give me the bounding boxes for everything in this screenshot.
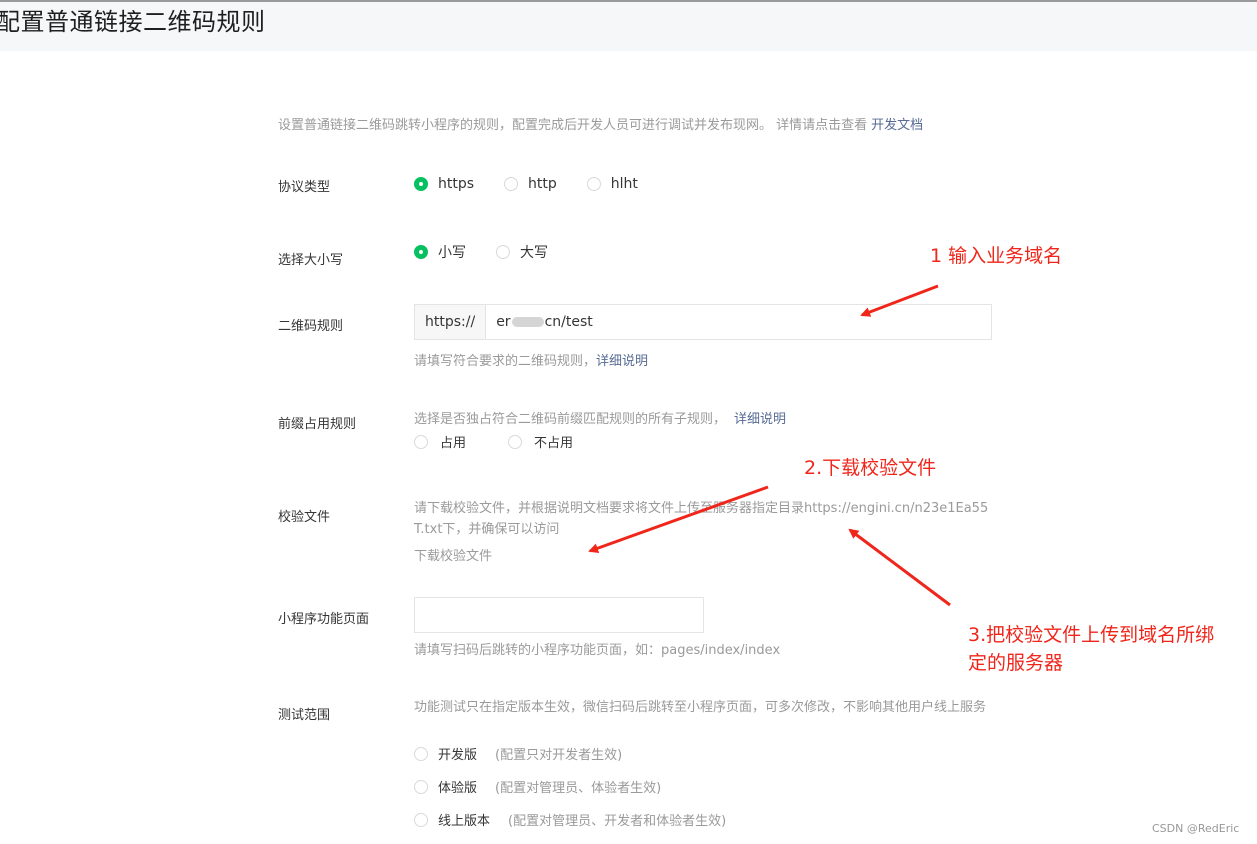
arrow-step2-icon [588,485,769,553]
watermark: CSDN @RedEric [1152,822,1240,835]
arrow-step3-icon [848,528,951,607]
annotation-arrows [588,284,951,607]
arrow-step1-icon [860,284,939,317]
